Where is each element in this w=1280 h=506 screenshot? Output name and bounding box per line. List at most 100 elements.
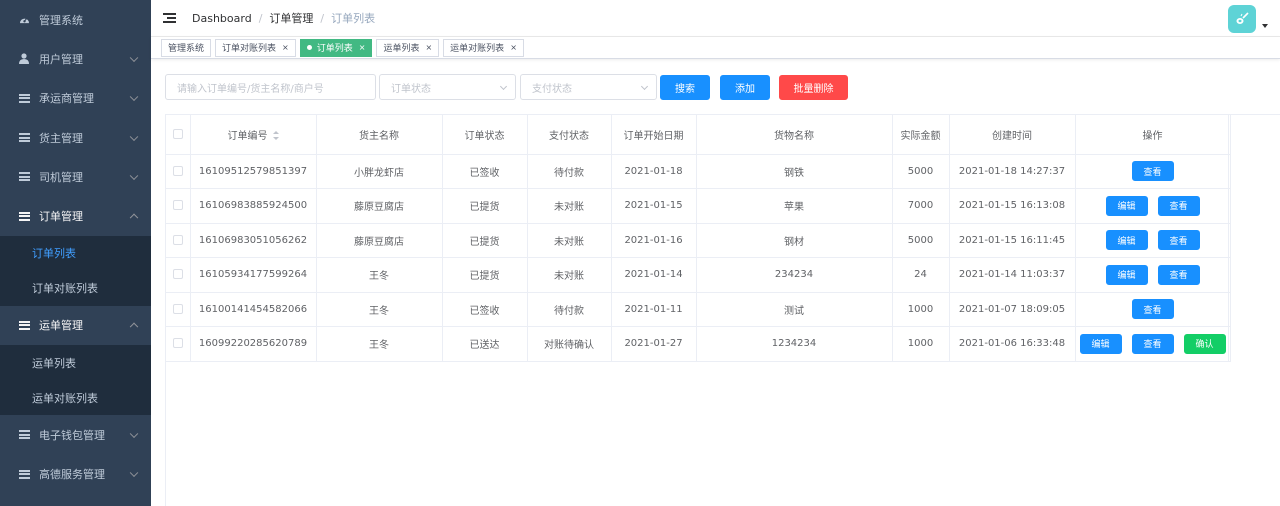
actions-cell: 查看 [1075, 292, 1231, 327]
view-button[interactable]: 查看 [1157, 230, 1200, 251]
caret-down-icon[interactable] [1262, 24, 1268, 28]
tag-dashboard[interactable]: 管理系统 [161, 38, 212, 57]
user-icon [18, 53, 30, 65]
amount-cell: 1000 [892, 326, 950, 362]
tag-label: 运单对账列表 [450, 44, 505, 54]
close-icon[interactable]: × [425, 43, 432, 52]
sidebar-subitem-order-list[interactable]: 订单列表 [0, 235, 151, 271]
order-id-cell: 16106983051056262 [190, 223, 317, 258]
owner-cell: 小胖龙虾店 [316, 154, 443, 189]
sidebar-item-dashboard[interactable]: 管理系统 [0, 0, 151, 39]
order-status-select[interactable]: 订单状态 [379, 74, 516, 100]
created-cell: 2021-01-15 16:13:08 [949, 188, 1076, 224]
view-button[interactable]: 查看 [1131, 299, 1174, 320]
chevron-up-icon [129, 213, 139, 223]
sidebar-subitem-waybill-reconcile[interactable]: 运单对账列表 [0, 380, 151, 416]
sidebar-item-waybills[interactable]: 运单管理 [0, 306, 151, 345]
close-icon[interactable]: × [510, 43, 517, 52]
sort-icon[interactable] [272, 131, 279, 141]
filter-bar: 请输入订单编号/货主名称/商户号 订单状态 支付状态 搜索 添加 批量删除 [165, 74, 848, 100]
tag-waybill-list[interactable]: 运单列表 × [376, 38, 440, 57]
sidebar-item-amap[interactable]: 高德服务管理 [0, 454, 151, 493]
hamburger-icon[interactable] [163, 13, 176, 23]
column-header: 创建时间 [949, 115, 1076, 155]
edit-button[interactable]: 编辑 [1079, 333, 1122, 354]
breadcrumb-item[interactable]: Dashboard [192, 12, 252, 25]
sidebar-item-label: 订单管理 [39, 210, 83, 224]
guitar-icon [1236, 12, 1249, 24]
amount-cell: 1000 [892, 292, 950, 327]
pay-status-select[interactable]: 支付状态 [520, 74, 657, 100]
sidebar: 管理系统 用户管理 承运商管理 货主管理 司机管理 订单管理 订单列表 订单对账… [0, 0, 151, 506]
sidebar-subitem-label: 订单对账列表 [32, 282, 98, 296]
search-button[interactable]: 搜索 [660, 74, 710, 100]
order-status-cell: 已签收 [442, 154, 528, 189]
row-checkbox[interactable] [166, 188, 191, 224]
edit-button[interactable]: 编辑 [1105, 230, 1148, 251]
sidebar-subitem-order-reconcile[interactable]: 订单对账列表 [0, 270, 151, 306]
select-all-checkbox[interactable] [166, 115, 191, 155]
column-header: 货物名称 [696, 115, 893, 155]
list-icon [18, 319, 30, 331]
tag-label: 订单对账列表 [222, 44, 277, 54]
view-button[interactable]: 查看 [1131, 333, 1174, 354]
row-checkbox[interactable] [166, 154, 191, 189]
chevron-up-icon [129, 322, 139, 332]
column-header[interactable]: 订单编号 [190, 115, 317, 155]
pay-status-cell: 未对账 [527, 223, 612, 258]
sidebar-item-wallet[interactable]: 电子钱包管理 [0, 415, 151, 454]
chevron-down-icon [129, 92, 139, 102]
view-button[interactable]: 查看 [1157, 264, 1200, 285]
row-checkbox[interactable] [166, 326, 191, 362]
edit-button[interactable]: 编辑 [1105, 195, 1148, 216]
sidebar-item-shippers[interactable]: 货主管理 [0, 118, 151, 157]
chevron-down-icon [129, 468, 139, 478]
sidebar-item-label: 电子钱包管理 [39, 428, 105, 442]
actions-cell: 编辑 查看 [1075, 257, 1231, 293]
created-cell: 2021-01-15 16:11:45 [949, 223, 1076, 258]
view-button[interactable]: 查看 [1157, 195, 1200, 216]
amount-cell: 5000 [892, 223, 950, 258]
tag-waybill-reconcile[interactable]: 运单对账列表 × [443, 38, 524, 57]
avatar[interactable] [1228, 5, 1256, 33]
search-input[interactable]: 请输入订单编号/货主名称/商户号 [165, 74, 376, 100]
row-checkbox[interactable] [166, 257, 191, 293]
actions-cell: 编辑 查看 [1075, 223, 1231, 258]
view-button[interactable]: 查看 [1131, 161, 1174, 182]
sidebar-item-drivers[interactable]: 司机管理 [0, 157, 151, 196]
confirm-button[interactable]: 确认 [1183, 333, 1226, 354]
breadcrumb: Dashboard / 订单管理 / 订单列表 [192, 10, 375, 26]
close-icon[interactable]: × [282, 43, 289, 52]
pay-status-cell: 未对账 [527, 257, 612, 293]
chevron-down-icon [499, 82, 508, 91]
batch-delete-button[interactable]: 批量删除 [779, 74, 848, 100]
sidebar-subitem-waybill-list[interactable]: 运单列表 [0, 345, 151, 381]
add-button[interactable]: 添加 [720, 74, 770, 100]
tag-order-list[interactable]: 订单列表 × [299, 38, 373, 57]
table-header-row: 订单编号 货主名称 订单状态 支付状态 订单开始日期 货物名称 实际金额 创建时… [166, 115, 1231, 155]
sidebar-item-users[interactable]: 用户管理 [0, 39, 151, 78]
sidebar-item-orders[interactable]: 订单管理 [0, 196, 151, 235]
list-icon [18, 132, 30, 144]
row-checkbox[interactable] [166, 292, 191, 327]
chevron-down-icon [129, 132, 139, 141]
order-id-cell: 16099220285620789 [190, 326, 317, 362]
breadcrumb-item: 订单管理 [269, 12, 314, 25]
table-row: 16099220285620789 王冬 已送达 对账待确认 2021-01-2… [166, 326, 1231, 362]
sidebar-item-carriers[interactable]: 承运商管理 [0, 79, 151, 118]
order-status-cell: 已提货 [442, 223, 528, 258]
table-row: 16109512579851397 小胖龙虾店 已签收 待付款 2021-01-… [166, 154, 1231, 189]
tag-order-reconcile[interactable]: 订单对账列表 × [215, 38, 296, 57]
search-placeholder: 请输入订单编号/货主名称/商户号 [177, 83, 324, 95]
goods-cell: 钢材 [696, 223, 893, 258]
close-icon[interactable]: × [359, 43, 366, 52]
active-dot-icon [306, 45, 312, 50]
edit-button[interactable]: 编辑 [1105, 264, 1148, 285]
actions-cell: 编辑 查看 确认 [1075, 326, 1231, 362]
start-date-cell: 2021-01-27 [611, 326, 697, 362]
created-cell: 2021-01-14 11:03:37 [949, 257, 1076, 293]
list-icon [18, 429, 30, 441]
pay-status-cell: 待付款 [527, 154, 612, 189]
row-checkbox[interactable] [166, 223, 191, 258]
goods-cell: 234234 [696, 257, 893, 293]
